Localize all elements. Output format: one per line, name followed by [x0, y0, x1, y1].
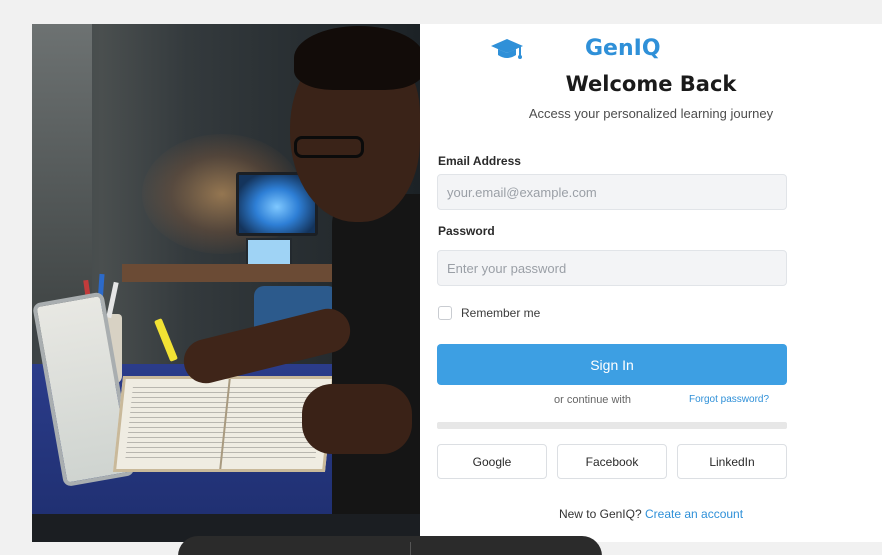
divider	[437, 422, 787, 429]
signup-prompt-text: New to GenIQ?	[558, 507, 642, 521]
email-field[interactable]	[437, 174, 787, 210]
password-label: Password	[438, 224, 495, 238]
remember-me[interactable]: Remember me	[438, 306, 540, 320]
create-account-link[interactable]: Create an account	[645, 507, 743, 521]
page-subtitle: Access your personalized learning journe…	[528, 106, 774, 121]
graduation-cap-icon	[490, 36, 524, 62]
email-label: Email Address	[438, 154, 521, 168]
linkedin-button[interactable]: LinkedIn	[677, 444, 787, 479]
brand-name: GenIQ	[585, 36, 661, 61]
hero-image	[32, 24, 420, 542]
sign-in-button[interactable]: Sign In	[437, 344, 787, 385]
remember-label: Remember me	[461, 306, 541, 320]
google-button[interactable]: Google	[437, 444, 547, 479]
toolbar-separator	[410, 542, 411, 555]
brand-logo	[490, 36, 524, 62]
facebook-button[interactable]: Facebook	[557, 444, 667, 479]
page-title: Welcome Back	[565, 72, 737, 96]
login-card: GenIQ Welcome Back Access your personali…	[32, 24, 882, 542]
remember-checkbox[interactable]	[438, 306, 452, 320]
signup-prompt: New to GenIQ? Create an account	[420, 507, 882, 521]
bottom-toolbar	[178, 536, 602, 555]
password-field[interactable]	[437, 250, 787, 286]
continue-with-text: or continue with	[554, 394, 632, 406]
forgot-password-link[interactable]: Forgot password?	[689, 394, 769, 405]
